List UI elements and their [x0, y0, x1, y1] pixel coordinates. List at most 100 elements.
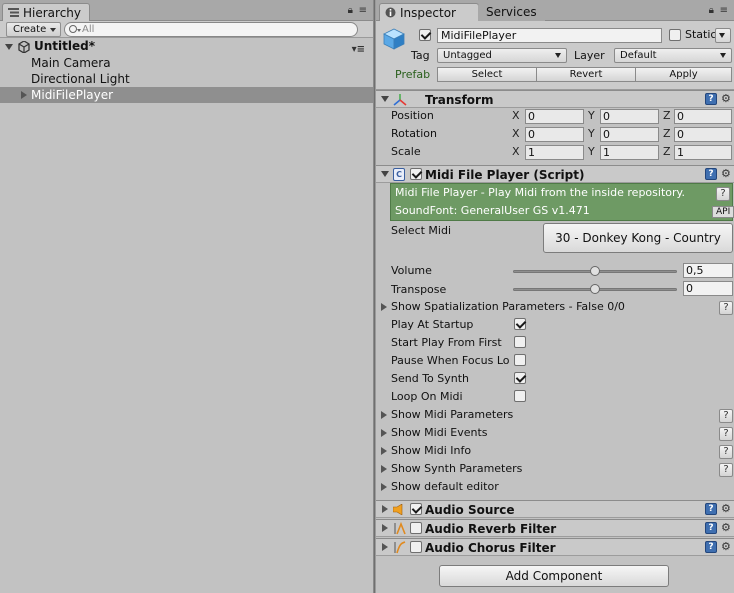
- position-y-input[interactable]: 0: [600, 109, 659, 124]
- info-icon: [385, 7, 396, 18]
- foldout-open-icon[interactable]: [381, 171, 389, 177]
- play-at-startup-checkbox[interactable]: [514, 318, 526, 330]
- foldout-closed-icon[interactable]: [381, 429, 387, 437]
- help-book-icon[interactable]: ?: [705, 93, 717, 105]
- gear-icon[interactable]: ⚙︎: [721, 92, 731, 105]
- transform-axes-icon: [393, 94, 407, 106]
- spatialization-help-button[interactable]: ?: [719, 301, 733, 315]
- tag-dropdown[interactable]: Untagged: [437, 48, 567, 63]
- help-button[interactable]: ?: [719, 409, 733, 423]
- active-toggle[interactable]: [419, 29, 431, 41]
- gear-icon[interactable]: ⚙︎: [721, 540, 731, 553]
- audio-chorus-filter-header[interactable]: Audio Chorus Filter ? ⚙︎: [376, 538, 734, 556]
- help-button[interactable]: ?: [719, 463, 733, 477]
- transpose-slider-thumb[interactable]: [590, 284, 600, 294]
- reverb-filter-icon: [394, 522, 406, 535]
- gear-icon[interactable]: ⚙︎: [721, 521, 731, 534]
- prefab-revert-button[interactable]: Revert: [536, 67, 636, 82]
- foldout-closed-icon[interactable]: [382, 524, 388, 532]
- inspector-tabbar: Inspector Services 🔒︎ ≡: [376, 0, 734, 21]
- volume-input[interactable]: 0,5: [683, 263, 733, 278]
- loop-on-midi-checkbox[interactable]: [514, 390, 526, 402]
- position-z-input[interactable]: 0: [674, 109, 732, 124]
- audio-source-enabled-toggle[interactable]: [410, 503, 422, 515]
- tab-services[interactable]: Services: [478, 3, 545, 21]
- layer-dropdown[interactable]: Default: [614, 48, 732, 63]
- lock-icon[interactable]: 🔒︎: [348, 5, 353, 16]
- start-play-from-first-checkbox[interactable]: [514, 336, 526, 348]
- hierarchy-search-input[interactable]: All: [64, 22, 358, 37]
- hierarchy-tabbar: Hierarchy 🔒︎ ≡: [0, 0, 373, 21]
- volume-slider-thumb[interactable]: [590, 266, 600, 276]
- add-component-button[interactable]: Add Component: [439, 565, 669, 587]
- lock-icon[interactable]: 🔒︎: [709, 5, 714, 16]
- gear-icon[interactable]: ⚙︎: [721, 502, 731, 515]
- foldout-closed-icon[interactable]: [21, 91, 27, 99]
- object-name-input[interactable]: MidiFilePlayer: [437, 28, 662, 43]
- transpose-input[interactable]: 0: [683, 281, 733, 296]
- scene-row[interactable]: Untitled* ▾≡: [0, 38, 373, 55]
- help-button[interactable]: ?: [719, 427, 733, 441]
- static-toggle[interactable]: [669, 29, 681, 41]
- audio-source-title: Audio Source: [425, 503, 515, 517]
- help-book-icon[interactable]: ?: [705, 503, 717, 515]
- help-button[interactable]: ?: [719, 445, 733, 459]
- gear-icon[interactable]: ⚙︎: [721, 167, 731, 180]
- midi-player-enabled-toggle[interactable]: [410, 168, 422, 180]
- tab-hierarchy[interactable]: Hierarchy: [2, 3, 91, 21]
- scale-z-input[interactable]: 1: [674, 145, 732, 160]
- audio-reverb-enabled-toggle[interactable]: [410, 522, 422, 534]
- scale-y-input[interactable]: 1: [600, 145, 659, 160]
- foldout-closed-icon[interactable]: [381, 465, 387, 473]
- api-button[interactable]: API: [712, 206, 734, 218]
- info-help-button[interactable]: ?: [716, 187, 730, 201]
- help-book-icon[interactable]: ?: [705, 541, 717, 553]
- hierarchy-item-label: Directional Light: [31, 72, 130, 86]
- foldout-closed-icon[interactable]: [382, 543, 388, 551]
- static-dropdown[interactable]: [715, 28, 731, 43]
- send-to-synth-checkbox[interactable]: [514, 372, 526, 384]
- axis-z-label: Z: [663, 109, 671, 122]
- create-button[interactable]: Create: [6, 22, 62, 37]
- static-label: Static: [685, 28, 717, 41]
- panel-menu-icon[interactable]: ≡: [359, 5, 367, 16]
- list-icon: [8, 8, 19, 17]
- position-label: Position: [391, 109, 434, 122]
- prefab-select-button[interactable]: Select: [437, 67, 537, 82]
- axis-x-label: X: [512, 145, 520, 158]
- foldout-open-icon[interactable]: [381, 96, 389, 102]
- position-x-input[interactable]: 0: [525, 109, 584, 124]
- foldout-closed-icon[interactable]: [382, 505, 388, 513]
- panel-menu-icon[interactable]: ≡: [720, 5, 728, 16]
- inspector-panel: Inspector Services 🔒︎ ≡ MidiFilePlayer S…: [375, 0, 734, 593]
- audio-chorus-enabled-toggle[interactable]: [410, 541, 422, 553]
- tab-services-label: Services: [486, 5, 537, 19]
- help-book-icon[interactable]: ?: [705, 168, 717, 180]
- tab-inspector[interactable]: Inspector: [379, 3, 479, 21]
- tab-inspector-label: Inspector: [400, 6, 456, 20]
- hierarchy-item-directional-light[interactable]: Directional Light: [0, 71, 373, 87]
- prefab-label: Prefab: [395, 68, 431, 81]
- foldout-closed-icon[interactable]: [381, 483, 387, 491]
- hierarchy-panel: Hierarchy 🔒︎ ≡ Create All Untitled* ▾≡ M…: [0, 0, 374, 593]
- hierarchy-item-midifileplayer[interactable]: MidiFilePlayer: [0, 87, 373, 103]
- hierarchy-item-main-camera[interactable]: Main Camera: [0, 55, 373, 71]
- help-book-icon[interactable]: ?: [705, 522, 717, 534]
- midi-player-title: Midi File Player (Script): [425, 168, 585, 182]
- transform-header[interactable]: Transform ? ⚙︎: [376, 90, 734, 108]
- audio-source-header[interactable]: Audio Source ? ⚙︎: [376, 500, 734, 518]
- foldout-closed-icon[interactable]: [381, 303, 387, 311]
- rotation-z-input[interactable]: 0: [674, 127, 732, 142]
- midi-file-player-header[interactable]: C Midi File Player (Script) ? ⚙︎: [376, 165, 734, 183]
- audio-reverb-filter-header[interactable]: Audio Reverb Filter ? ⚙︎: [376, 519, 734, 537]
- foldout-closed-icon[interactable]: [381, 411, 387, 419]
- foldout-closed-icon[interactable]: [381, 447, 387, 455]
- foldout-open-icon[interactable]: [5, 44, 13, 50]
- rotation-x-input[interactable]: 0: [525, 127, 584, 142]
- select-midi-label: Select Midi: [391, 224, 452, 237]
- select-midi-button[interactable]: 30 - Donkey Kong - Country: [543, 223, 733, 253]
- rotation-y-input[interactable]: 0: [600, 127, 659, 142]
- pause-when-focus-lost-checkbox[interactable]: [514, 354, 526, 366]
- scale-x-input[interactable]: 1: [525, 145, 584, 160]
- prefab-apply-button[interactable]: Apply: [635, 67, 732, 82]
